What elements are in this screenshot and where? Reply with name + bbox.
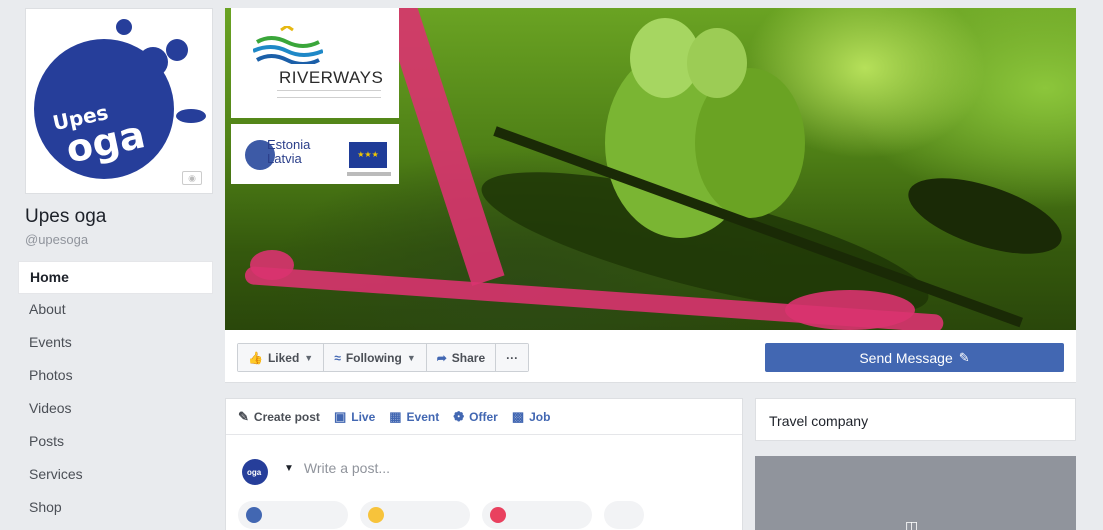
program-line-2: Latvia (267, 151, 302, 166)
program-logo: Estonia Latvia ★★★ (231, 124, 399, 184)
profile-picture[interactable]: Upes oga ◉ (25, 8, 213, 194)
nav-item-events[interactable]: Events (18, 327, 213, 360)
composer-chips (226, 501, 742, 529)
logo-drop (166, 39, 188, 61)
smiley-icon (368, 507, 384, 523)
pencil-icon: ✎ (238, 408, 249, 424)
avatar-logo-text: oga (247, 468, 262, 477)
more-icon: ··· (506, 350, 519, 365)
page-action-bar: 👍 Liked ▼ ≈ Following ▼ ➦ Share ··· Send… (225, 330, 1076, 383)
page-title[interactable]: Upes oga (25, 206, 213, 228)
program-line-1: Estonia (267, 137, 311, 152)
pink-paddle-blade (785, 290, 915, 330)
send-message-label: Send Message (859, 349, 953, 366)
composer-body: oga ▼ Write a post... (226, 435, 742, 501)
camera-icon[interactable]: ◉ (182, 171, 202, 185)
write-post-input[interactable]: Write a post... (304, 460, 390, 476)
composer-tabs: ✎ Create post ▣ Live ▦ Event ❁ Offer ▩ J… (226, 399, 742, 435)
chevron-down-icon: ▼ (304, 352, 314, 363)
logo-drop (138, 47, 168, 77)
tab-offer[interactable]: ❁ Offer (453, 409, 498, 425)
avatar[interactable]: oga (238, 449, 276, 487)
liked-label: Liked (267, 350, 300, 365)
side-photo-placeholder[interactable]: ◫ (755, 456, 1076, 530)
calendar-icon: ▦ (389, 408, 402, 424)
tab-create-post[interactable]: ✎ Create post (238, 409, 320, 425)
nav-item-photos[interactable]: Photos (18, 360, 213, 393)
following-button[interactable]: ≈ Following ▼ (324, 344, 427, 371)
offer-tag-icon: ❁ (453, 408, 465, 424)
post-composer: ✎ Create post ▣ Live ▦ Event ❁ Offer ▩ J… (225, 398, 743, 530)
photo-icon (246, 507, 262, 523)
category-card[interactable]: Travel company (755, 398, 1076, 441)
tab-label: Job (529, 409, 551, 424)
more-options-chip[interactable] (604, 501, 644, 529)
check-in-chip[interactable] (482, 501, 592, 529)
riverways-title: RIVERWAYS (279, 68, 384, 87)
pink-paddle-blade (250, 250, 294, 280)
tab-label: Create post (253, 409, 320, 424)
cover-photo[interactable]: RIVERWAYS Estonia Latvia ★★★ (225, 8, 1076, 330)
rss-icon: ≈ (334, 350, 341, 365)
share-label: Share (451, 350, 486, 365)
nav-item-posts[interactable]: Posts (18, 426, 213, 459)
tab-label: Live (351, 409, 376, 424)
liked-button[interactable]: 👍 Liked ▼ (238, 344, 325, 371)
chevron-down-icon[interactable]: ▼ (284, 463, 294, 474)
share-button[interactable]: ➦ Share (426, 344, 497, 371)
main-column: RIVERWAYS Estonia Latvia ★★★ 👍 Liked ▼ ≈… (225, 8, 1076, 383)
briefcase-icon: ▩ (511, 408, 525, 424)
location-pin-icon (490, 507, 506, 523)
program-name: Estonia Latvia (267, 138, 310, 166)
more-button[interactable]: ··· (496, 344, 529, 371)
nav-item-about[interactable]: About (18, 294, 213, 327)
add-photo-icon: ◫ (905, 518, 919, 530)
eu-flag-icon: ★★★ (349, 142, 387, 168)
eu-caption (347, 172, 391, 176)
person-head-shape (687, 28, 747, 98)
send-message-button[interactable]: Send Message ✎ (765, 343, 1064, 372)
nav-item-videos[interactable]: Videos (18, 393, 213, 426)
riverways-logo: RIVERWAYS (231, 8, 399, 118)
photo-video-chip[interactable] (238, 501, 348, 529)
nav-item-services[interactable]: Services (18, 459, 213, 492)
logo-drop (116, 19, 132, 35)
tab-label: Offer (469, 409, 498, 424)
page-nav: Home About Events Photos Videos Posts Se… (18, 261, 213, 525)
thumbs-up-icon: 👍 (248, 350, 263, 365)
riverways-subtitle (277, 90, 381, 98)
action-button-group: 👍 Liked ▼ ≈ Following ▼ ➦ Share ··· (237, 343, 530, 372)
feeling-chip[interactable] (360, 501, 470, 529)
tab-job[interactable]: ▩ Job (512, 409, 551, 425)
chevron-down-icon: ▼ (406, 352, 416, 363)
left-column: Upes oga ◉ Upes oga @upesoga Home About … (18, 8, 213, 525)
page-handle[interactable]: @upesoga (25, 232, 213, 247)
tab-event[interactable]: ▦ Event (389, 409, 439, 425)
tab-label: Event (406, 409, 440, 424)
nav-item-home[interactable]: Home (18, 261, 213, 294)
live-video-icon: ▣ (333, 408, 347, 424)
tab-live[interactable]: ▣ Live (334, 409, 375, 425)
following-label: Following (345, 350, 402, 365)
share-arrow-icon: ➦ (436, 350, 447, 365)
pencil-icon: ✎ (958, 349, 970, 365)
paddle-blade (899, 162, 1071, 270)
waves-icon (253, 26, 323, 64)
logo-drop (176, 109, 206, 123)
nav-item-shop[interactable]: Shop (18, 492, 213, 525)
